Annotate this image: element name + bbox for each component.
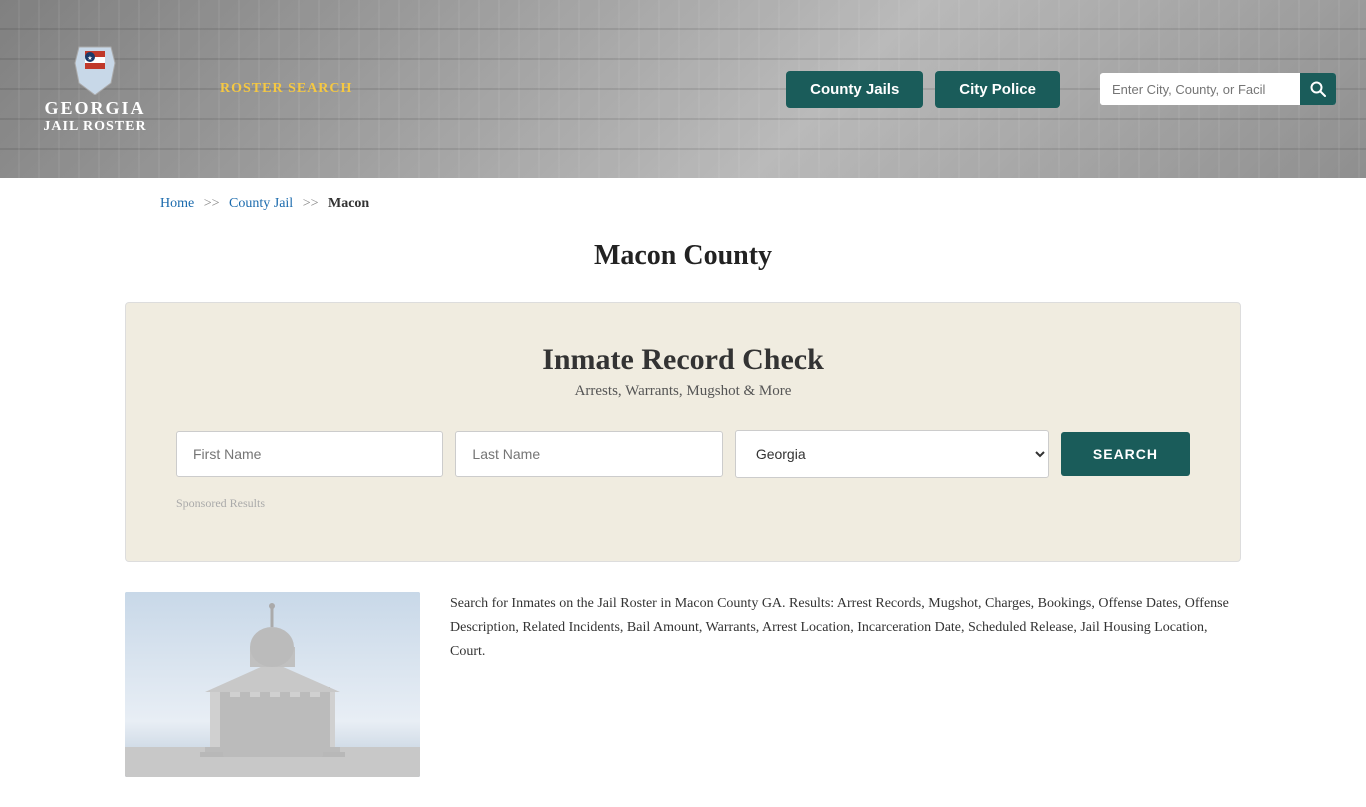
breadcrumb: Home >> County Jail >> Macon — [0, 178, 1366, 230]
last-name-input[interactable] — [455, 431, 722, 477]
breadcrumb-county-jail[interactable]: County Jail — [229, 196, 293, 211]
county-jails-button[interactable]: County Jails — [786, 71, 923, 108]
city-police-button[interactable]: City Police — [935, 71, 1060, 108]
header-search-button[interactable] — [1300, 73, 1336, 105]
record-check-title: Inmate Record Check — [176, 343, 1190, 377]
breadcrumb-home[interactable]: Home — [160, 196, 194, 211]
header-search-input[interactable] — [1100, 74, 1300, 105]
logo-georgia-text: GEORGIA — [44, 99, 145, 119]
state-select[interactable]: Georgia Alabama Florida Tennessee South … — [735, 430, 1049, 478]
nav-buttons: County Jails City Police — [786, 71, 1060, 108]
bottom-description: Search for Inmates on the Jail Roster in… — [450, 592, 1241, 663]
breadcrumb-sep2: >> — [303, 196, 319, 211]
breadcrumb-current: Macon — [328, 196, 369, 211]
record-check-form: Georgia Alabama Florida Tennessee South … — [176, 430, 1190, 478]
svg-text:★: ★ — [87, 55, 92, 62]
record-check-subtitle: Arrests, Warrants, Mugshot & More — [176, 383, 1190, 400]
breadcrumb-sep1: >> — [204, 196, 220, 211]
site-logo[interactable]: ★ GEORGIA JAIL ROSTER — [30, 43, 160, 134]
header-search-bar — [1100, 73, 1336, 105]
record-search-button[interactable]: SEARCH — [1061, 432, 1190, 476]
site-header: ★ GEORGIA JAIL ROSTER ROSTER SEARCH Coun… — [0, 0, 1366, 178]
first-name-input[interactable] — [176, 431, 443, 477]
roster-search-link[interactable]: ROSTER SEARCH — [220, 81, 352, 97]
logo-jailroster-text: JAIL ROSTER — [43, 119, 146, 134]
sponsored-label: Sponsored Results — [176, 496, 1190, 511]
record-check-section: Inmate Record Check Arrests, Warrants, M… — [125, 302, 1241, 562]
courthouse-image — [125, 592, 420, 777]
page-title: Macon County — [0, 240, 1366, 272]
page-title-section: Macon County — [0, 230, 1366, 302]
bottom-section: Search for Inmates on the Jail Roster in… — [0, 562, 1366, 807]
